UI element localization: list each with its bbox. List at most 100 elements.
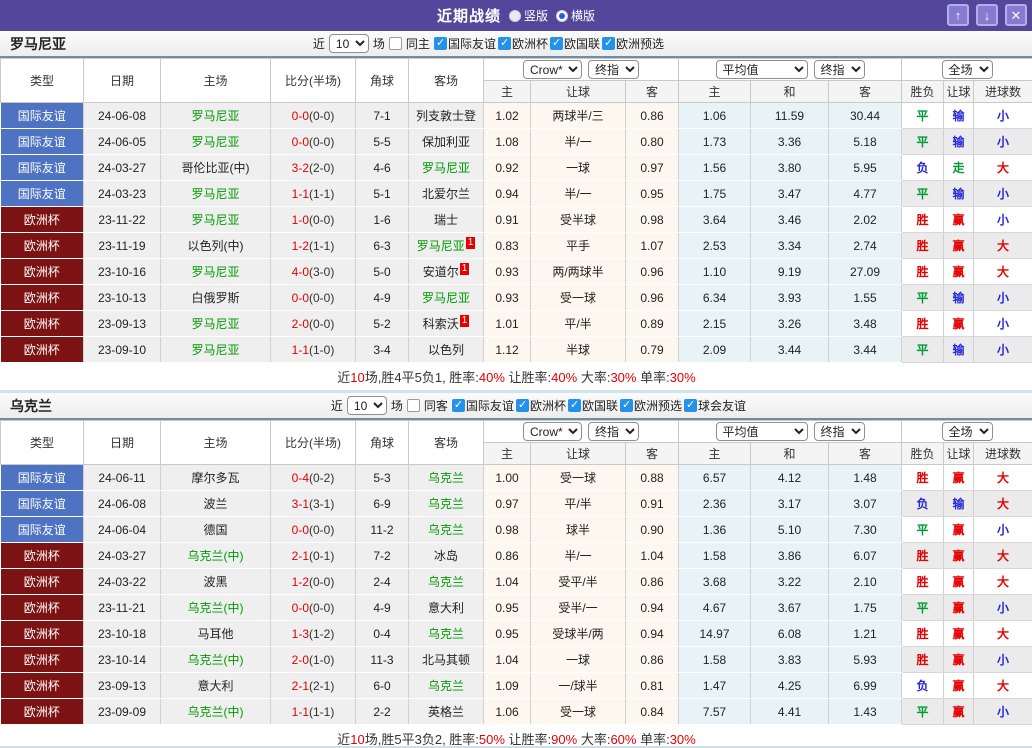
- away-team[interactable]: 英格兰: [408, 698, 484, 725]
- col-header-away: 客场: [408, 420, 484, 465]
- recent-count-select[interactable]: 10: [328, 34, 369, 53]
- league-filter-item[interactable]: 欧洲预选: [601, 35, 664, 52]
- home-team[interactable]: 乌克兰(中): [160, 698, 271, 725]
- home-team[interactable]: 乌克兰(中): [160, 542, 271, 569]
- home-team[interactable]: 罗马尼亚: [160, 102, 271, 129]
- league-filter-item[interactable]: 欧国联: [567, 397, 618, 414]
- final-odds-select[interactable]: 终指: [588, 60, 639, 79]
- league-filter-item[interactable]: 国际友谊: [451, 397, 514, 414]
- away-team[interactable]: 保加利亚: [408, 128, 484, 155]
- radio-horizontal-icon[interactable]: [556, 9, 568, 22]
- league-checkbox[interactable]: [567, 398, 581, 412]
- league-filter-item[interactable]: 欧洲杯: [497, 35, 548, 52]
- league-filter-item[interactable]: 国际友谊: [433, 35, 496, 52]
- avg-home: 2.09: [678, 336, 751, 363]
- away-team[interactable]: 瑞士: [408, 206, 484, 233]
- home-team[interactable]: 以色列(中): [160, 232, 271, 259]
- bookmaker-select[interactable]: Crow*: [523, 422, 582, 441]
- odds-away: 0.80: [625, 128, 679, 155]
- league-checkbox[interactable]: [549, 36, 563, 50]
- col-header-odds-home: 主: [483, 80, 531, 103]
- league-filter-item[interactable]: 欧洲预选: [619, 397, 682, 414]
- average-select[interactable]: 平均值: [715, 60, 808, 79]
- odds-home: 0.93: [483, 284, 531, 311]
- result-goals: 小: [973, 128, 1032, 155]
- away-team[interactable]: 乌克兰: [408, 516, 484, 543]
- recent-count-select[interactable]: 10: [346, 396, 387, 415]
- odds-home: 0.95: [483, 620, 531, 647]
- close-button[interactable]: ✕: [1005, 4, 1027, 26]
- league-checkbox[interactable]: [515, 398, 529, 412]
- away-team[interactable]: 乌克兰: [408, 568, 484, 595]
- league-checkbox[interactable]: [497, 36, 511, 50]
- league-checkbox[interactable]: [601, 36, 615, 50]
- corner-score: 6-3: [355, 232, 409, 259]
- odds-handicap: 受一球: [530, 284, 626, 311]
- away-team[interactable]: 乌克兰: [408, 672, 484, 699]
- home-team[interactable]: 白俄罗斯: [160, 284, 271, 311]
- final-odds-select[interactable]: 终指: [588, 422, 639, 441]
- col-header-odds-hcp: 让球: [530, 442, 626, 465]
- league-checkbox[interactable]: [683, 398, 697, 412]
- home-team[interactable]: 波兰: [160, 490, 271, 517]
- home-team[interactable]: 罗马尼亚: [160, 336, 271, 363]
- league-filter-item[interactable]: 欧洲杯: [515, 397, 566, 414]
- mode-horizontal-option[interactable]: 横版: [556, 7, 595, 24]
- same-venue-checkbox[interactable]: [388, 37, 402, 50]
- away-team[interactable]: 乌克兰: [408, 620, 484, 647]
- avg-draw: 6.08: [750, 620, 829, 647]
- avg-final-select[interactable]: 终指: [813, 422, 865, 441]
- mode-vertical-option[interactable]: 竖版: [508, 7, 548, 24]
- bookmaker-select[interactable]: Crow*: [523, 60, 582, 79]
- home-team[interactable]: 罗马尼亚: [160, 310, 271, 337]
- score: 1-1(1-1): [270, 180, 356, 207]
- odds-home: 0.86: [483, 542, 531, 569]
- scope-select[interactable]: 全场: [941, 422, 993, 441]
- radio-vertical-icon[interactable]: [508, 9, 521, 22]
- league-checkbox[interactable]: [451, 398, 465, 412]
- same-venue-checkbox[interactable]: [406, 399, 420, 412]
- home-team[interactable]: 意大利: [160, 672, 271, 699]
- league-filter-item[interactable]: 球会友谊: [683, 397, 746, 414]
- home-team[interactable]: 马耳他: [160, 620, 271, 647]
- odds-away: 0.98: [625, 206, 679, 233]
- away-team[interactable]: 以色列: [408, 336, 484, 363]
- home-team[interactable]: 哥伦比亚(中): [160, 154, 271, 181]
- odds-away: 0.81: [625, 672, 679, 699]
- avg-away: 5.93: [828, 646, 902, 673]
- result-handicap: 赢: [943, 232, 974, 259]
- home-team[interactable]: 波黑: [160, 568, 271, 595]
- home-team[interactable]: 乌克兰(中): [160, 594, 271, 621]
- home-team[interactable]: 德国: [160, 516, 271, 543]
- league-checkbox[interactable]: [433, 36, 447, 50]
- away-team[interactable]: 乌克兰: [408, 464, 484, 491]
- home-team[interactable]: 罗马尼亚: [160, 128, 271, 155]
- away-team[interactable]: 安道尔 1: [408, 258, 484, 285]
- home-team[interactable]: 摩尔多瓦: [160, 464, 271, 491]
- away-team[interactable]: 意大利: [408, 594, 484, 621]
- away-team[interactable]: 列支敦士登: [408, 102, 484, 129]
- away-team[interactable]: 冰岛: [408, 542, 484, 569]
- move-down-button[interactable]: ↓: [976, 4, 998, 26]
- league-filter-item[interactable]: 欧国联: [549, 35, 600, 52]
- home-team[interactable]: 乌克兰(中): [160, 646, 271, 673]
- away-team[interactable]: 科索沃 1: [408, 310, 484, 337]
- result-wdl: 胜: [901, 258, 944, 285]
- away-team[interactable]: 北马其顿: [408, 646, 484, 673]
- odds-home: 1.01: [483, 310, 531, 337]
- scope-select[interactable]: 全场: [941, 60, 993, 79]
- move-up-button[interactable]: ↑: [947, 4, 969, 26]
- avg-final-select[interactable]: 终指: [813, 60, 865, 79]
- home-team[interactable]: 罗马尼亚: [160, 180, 271, 207]
- away-team[interactable]: 罗马尼亚 1: [408, 232, 484, 259]
- result-goals: 大: [973, 464, 1032, 491]
- away-team[interactable]: 罗马尼亚: [408, 284, 484, 311]
- home-team[interactable]: 罗马尼亚: [160, 258, 271, 285]
- away-team[interactable]: 北爱尔兰: [408, 180, 484, 207]
- average-select[interactable]: 平均值: [715, 422, 808, 441]
- away-team[interactable]: 罗马尼亚: [408, 154, 484, 181]
- league-checkbox[interactable]: [619, 398, 633, 412]
- league-type-badge: 欧洲杯: [0, 620, 84, 647]
- home-team[interactable]: 罗马尼亚: [160, 206, 271, 233]
- away-team[interactable]: 乌克兰: [408, 490, 484, 517]
